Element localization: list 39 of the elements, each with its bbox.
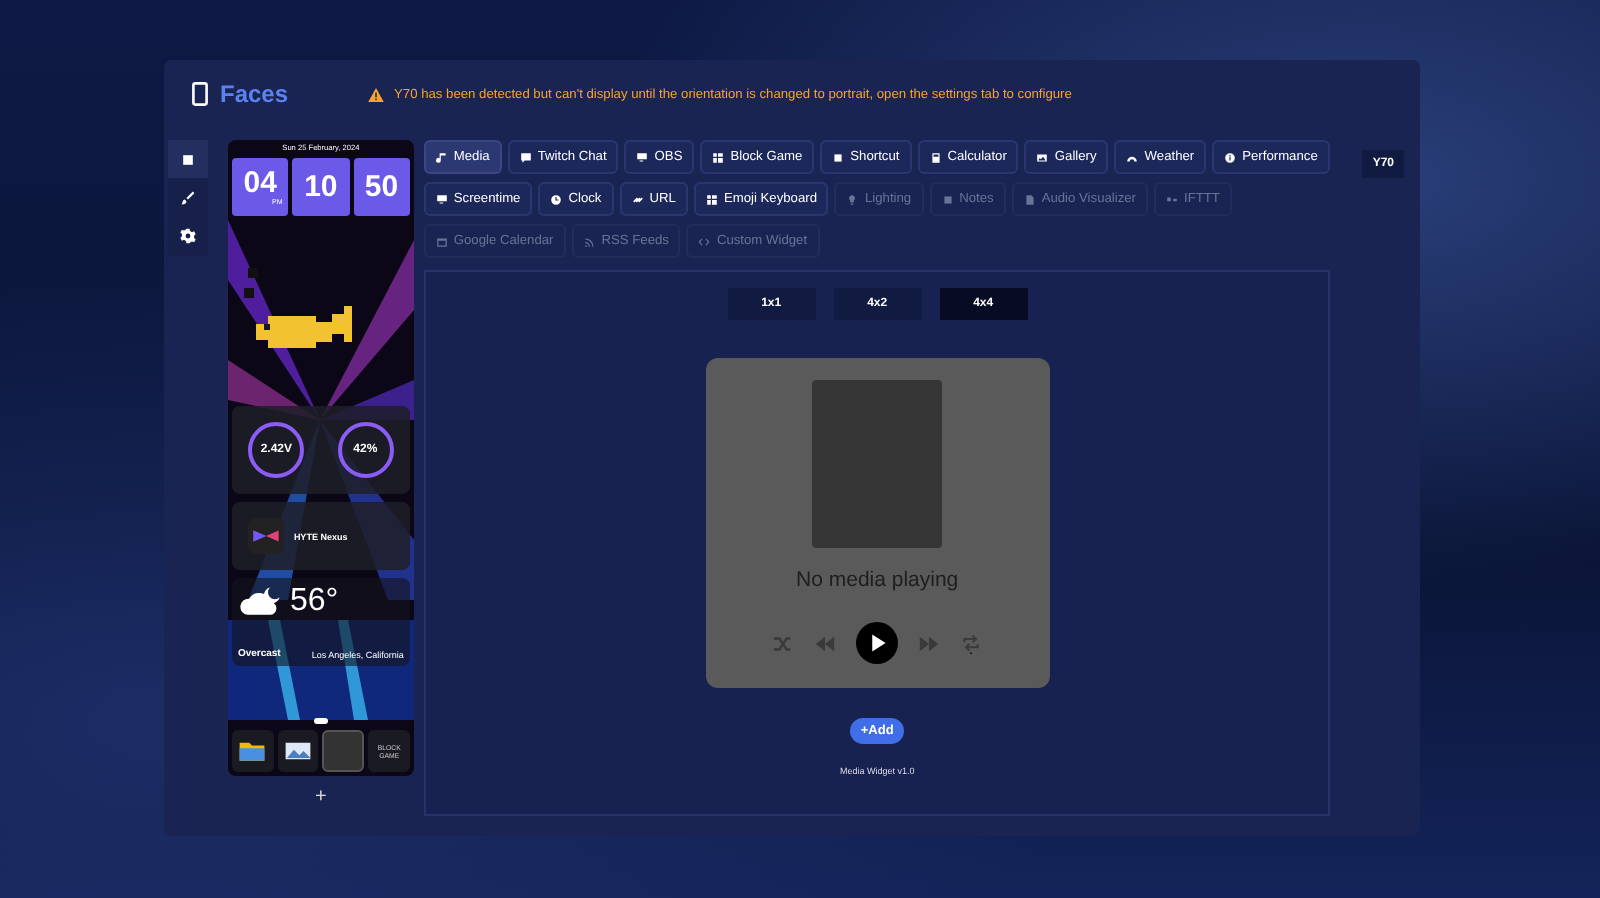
square-button[interactable] xyxy=(168,140,208,178)
bulb-icon xyxy=(846,193,859,205)
square-icon xyxy=(180,151,196,167)
image-icon xyxy=(1036,151,1049,163)
page-title: Faces xyxy=(220,80,289,108)
info-icon xyxy=(1224,151,1237,163)
rss-icon xyxy=(583,235,596,247)
temperature: 56° xyxy=(289,584,339,620)
chat-icon xyxy=(519,151,532,163)
calculator-icon xyxy=(929,151,942,163)
brush-icon xyxy=(180,189,196,205)
gauge-icon xyxy=(1126,151,1139,163)
grid-icon xyxy=(705,193,718,205)
dock-app-icon[interactable] xyxy=(277,730,319,772)
file-icon xyxy=(1023,193,1036,205)
clock-icon xyxy=(550,193,563,205)
settings-icon xyxy=(180,227,196,243)
calendar-icon xyxy=(435,235,448,247)
square-icon xyxy=(832,151,845,163)
monitor-icon xyxy=(435,193,448,205)
grid-icon xyxy=(712,151,725,163)
add-page-button[interactable]: + xyxy=(309,786,333,808)
page-indicator xyxy=(313,718,328,724)
playback-status: No media playing xyxy=(796,568,959,592)
dots-icon xyxy=(1166,193,1178,205)
monitor-icon xyxy=(636,151,649,163)
music-note-icon xyxy=(435,151,448,163)
clock-digits: 10 xyxy=(304,172,338,202)
app-logo-icon xyxy=(247,518,284,554)
dock-app-icon[interactable] xyxy=(231,730,274,772)
warning-icon xyxy=(368,87,385,101)
phone-icon xyxy=(192,82,208,106)
code-icon xyxy=(698,235,711,247)
gauge-ring-icon xyxy=(246,420,307,480)
clock-digits: 04 xyxy=(243,168,277,198)
clock-digits: 50 xyxy=(364,172,399,202)
gauge-ring-icon xyxy=(335,420,396,480)
play-button[interactable] xyxy=(856,622,899,664)
square-icon xyxy=(941,193,954,205)
